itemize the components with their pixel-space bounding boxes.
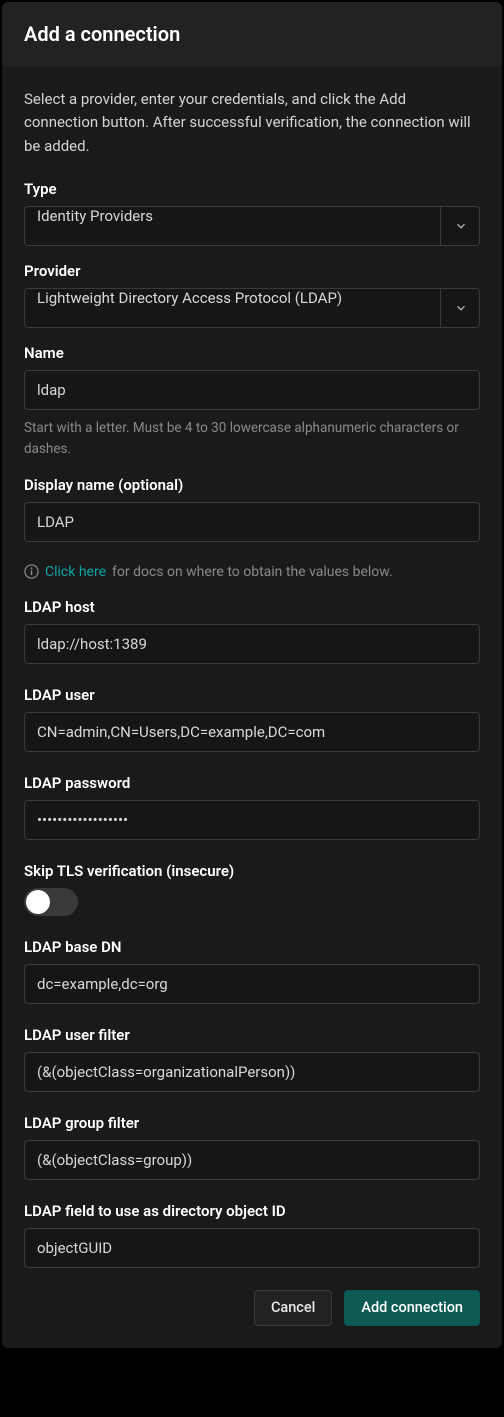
add-connection-dialog: Add a connection Select a provider, ente… [2, 2, 502, 1348]
field-ldap-user-filter: LDAP user filter [24, 1026, 480, 1092]
name-hint: Start with a letter. Must be 4 to 30 low… [24, 418, 480, 460]
type-select[interactable]: Identity Providers [24, 206, 480, 246]
ldap-field-id-input[interactable] [24, 1228, 480, 1268]
display-name-input[interactable] [24, 502, 480, 542]
intro-text: Select a provider, enter your credential… [24, 88, 480, 158]
toggle-knob [26, 890, 50, 914]
ldap-field-id-label: LDAP field to use as directory object ID [24, 1202, 480, 1220]
provider-select[interactable]: Lightweight Directory Access Protocol (L… [24, 288, 480, 328]
ldap-host-input[interactable] [24, 624, 480, 664]
field-ldap-host: LDAP host [24, 598, 480, 664]
ldap-user-filter-label: LDAP user filter [24, 1026, 480, 1044]
field-display-name: Display name (optional) [24, 476, 480, 542]
ldap-user-label: LDAP user [24, 686, 480, 704]
ldap-group-filter-input[interactable] [24, 1140, 480, 1180]
ldap-password-label: LDAP password [24, 774, 480, 792]
field-ldap-user: LDAP user [24, 686, 480, 752]
field-ldap-field-id: LDAP field to use as directory object ID [24, 1202, 480, 1268]
field-ldap-group-filter: LDAP group filter [24, 1114, 480, 1180]
field-ldap-base-dn: LDAP base DN [24, 938, 480, 1004]
ldap-user-input[interactable] [24, 712, 480, 752]
skip-tls-toggle[interactable] [24, 888, 78, 916]
dialog-header: Add a connection [2, 2, 502, 66]
field-skip-tls: Skip TLS verification (insecure) [24, 862, 480, 916]
field-ldap-password: LDAP password [24, 774, 480, 840]
info-icon [24, 564, 39, 579]
ldap-user-filter-input[interactable] [24, 1052, 480, 1092]
field-name: Name Start with a letter. Must be 4 to 3… [24, 344, 480, 460]
cancel-button[interactable]: Cancel [254, 1290, 332, 1326]
ldap-host-label: LDAP host [24, 598, 480, 616]
provider-label: Provider [24, 262, 480, 280]
docs-line: Click here for docs on where to obtain t… [24, 564, 480, 580]
ldap-group-filter-label: LDAP group filter [24, 1114, 480, 1132]
ldap-base-dn-label: LDAP base DN [24, 938, 480, 956]
ldap-base-dn-input[interactable] [24, 964, 480, 1004]
field-type: Type Identity Providers [24, 180, 480, 246]
dialog-body: Select a provider, enter your credential… [2, 66, 502, 1268]
type-label: Type [24, 180, 480, 198]
name-label: Name [24, 344, 480, 362]
docs-text: for docs on where to obtain the values b… [112, 564, 393, 580]
field-provider: Provider Lightweight Directory Access Pr… [24, 262, 480, 328]
dialog-footer: Cancel Add connection [2, 1272, 502, 1348]
add-connection-button[interactable]: Add connection [344, 1290, 480, 1326]
docs-link[interactable]: Click here [45, 564, 106, 580]
skip-tls-label: Skip TLS verification (insecure) [24, 862, 480, 880]
name-input[interactable] [24, 370, 480, 410]
ldap-password-input[interactable] [24, 800, 480, 840]
display-name-label: Display name (optional) [24, 476, 480, 494]
dialog-title: Add a connection [24, 22, 480, 46]
